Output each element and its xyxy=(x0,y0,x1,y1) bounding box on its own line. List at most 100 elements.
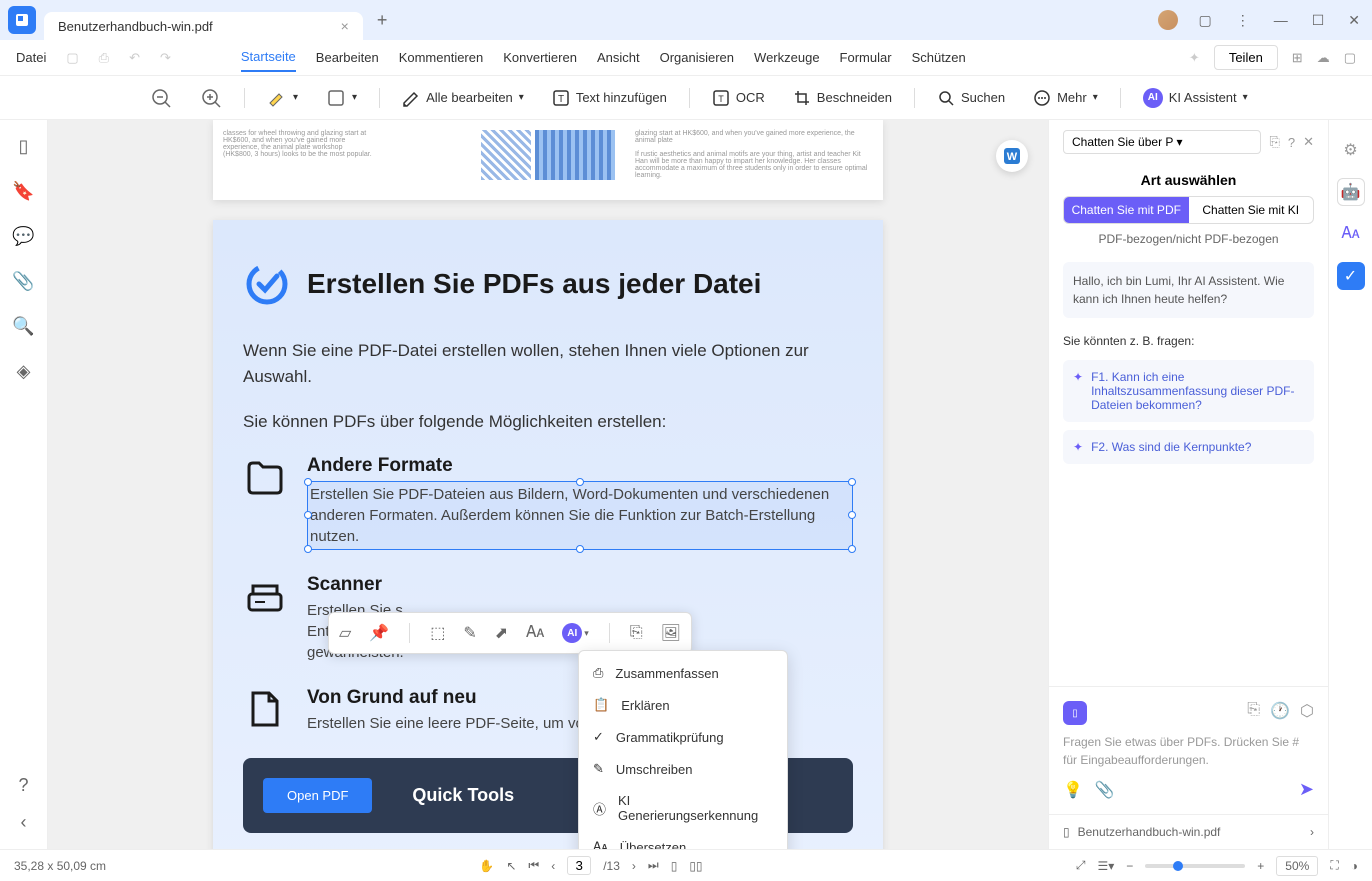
send-button[interactable]: ➤ xyxy=(1299,779,1314,800)
ai-input[interactable]: Fragen Sie etwas über PDFs. Drücken Sie … xyxy=(1063,733,1314,769)
next-page-icon[interactable]: › xyxy=(632,859,636,873)
suggestion-2[interactable]: ✦F2. Was sind die Kernpunkte? xyxy=(1063,430,1314,464)
two-page-icon[interactable]: ▯▯ xyxy=(689,859,702,873)
ai-translate[interactable]: 🗛Übersetzen xyxy=(579,831,787,849)
ai-assistant-button[interactable]: AIKI Assistent▾ xyxy=(1133,82,1258,114)
share-button[interactable]: Teilen xyxy=(1214,45,1278,70)
ai-explain[interactable]: 📋Erklären xyxy=(579,689,787,721)
ai-summarize[interactable]: ⎙Zusammenfassen xyxy=(579,657,787,689)
extract-icon[interactable]: ⬈ xyxy=(493,621,510,645)
edit-all-button[interactable]: Alle bearbeiten▾ xyxy=(392,83,534,113)
word-float-button[interactable]: W xyxy=(996,140,1028,172)
app-logo[interactable] xyxy=(8,6,36,34)
prev-page-icon[interactable]: ‹ xyxy=(551,859,555,873)
translate-rail-icon[interactable]: 🗛 xyxy=(1337,220,1365,248)
page-input[interactable] xyxy=(567,856,591,875)
select-tool-icon[interactable]: ↖ xyxy=(506,859,516,873)
tab-startseite[interactable]: Startseite xyxy=(241,43,296,72)
textbox-icon[interactable]: ⬚ xyxy=(428,621,447,645)
open-pdf-button[interactable]: Open PDF xyxy=(263,778,372,813)
crop-button[interactable]: Beschneiden xyxy=(783,83,902,113)
highlight-float-icon[interactable]: ▱ xyxy=(337,621,353,645)
help-icon[interactable]: ? xyxy=(18,775,28,796)
fit-icon[interactable]: ⤢ xyxy=(1076,858,1086,873)
tab-ansicht[interactable]: Ansicht xyxy=(597,44,640,71)
idea-icon[interactable]: 💡 xyxy=(1063,780,1083,800)
thumbnails-icon[interactable]: ▯ xyxy=(19,136,29,157)
tab-organisieren[interactable]: Organisieren xyxy=(660,44,734,71)
tab-bearbeiten[interactable]: Bearbeiten xyxy=(316,44,379,71)
single-page-icon[interactable]: ▯ xyxy=(671,859,678,873)
search-rail-icon[interactable]: 🔍 xyxy=(12,316,34,337)
collapse-icon[interactable]: ‹ xyxy=(20,812,26,833)
hand-tool-icon[interactable]: ✋ xyxy=(479,859,494,873)
search-button[interactable]: Suchen xyxy=(927,83,1015,113)
expand-icon[interactable]: ▢ xyxy=(1344,50,1356,66)
lightbulb-icon[interactable]: ✦ xyxy=(1189,50,1200,66)
ai-help-icon[interactable]: ? xyxy=(1288,135,1295,150)
first-page-icon[interactable]: ⏮ xyxy=(528,858,539,873)
cloud-icon[interactable]: ☁ xyxy=(1317,50,1330,66)
zoom-in-button[interactable] xyxy=(190,81,232,115)
tab-kommentieren[interactable]: Kommentieren xyxy=(399,44,484,71)
ai-rewrite[interactable]: ✎Umschreiben xyxy=(579,753,787,785)
print-icon[interactable]: ⎙ xyxy=(99,50,109,66)
ai-detect[interactable]: ⒶKI Generierungserkennung xyxy=(579,785,787,831)
fullscreen-icon[interactable]: ⛶ xyxy=(1330,858,1338,873)
suggestion-1[interactable]: ✦F1. Kann ich eine Inhaltszusammenfassun… xyxy=(1063,360,1314,422)
tab-schuetzen[interactable]: Schützen xyxy=(912,44,966,71)
ai-mode-selector[interactable]: Chatten Sie über P ▾ xyxy=(1063,130,1261,154)
zoom-out-button[interactable] xyxy=(140,81,182,115)
undo-icon[interactable]: ↶ xyxy=(129,50,140,66)
add-tab-button[interactable]: + xyxy=(377,10,388,31)
zoom-slider[interactable] xyxy=(1145,864,1245,868)
window-icon[interactable]: ▢ xyxy=(1194,8,1215,33)
edit-float-icon[interactable]: ✎ xyxy=(461,621,478,645)
zoom-in-icon[interactable]: + xyxy=(1257,859,1264,873)
check-rail-icon[interactable]: ✓ xyxy=(1337,262,1365,290)
image-icon[interactable]: 🖼 xyxy=(659,621,683,645)
bookmarks-icon[interactable]: 🔖 xyxy=(12,181,34,202)
close-tab-icon[interactable]: × xyxy=(341,18,349,34)
maximize-button[interactable]: ☐ xyxy=(1308,8,1329,33)
layers-icon[interactable]: ◈ xyxy=(17,361,31,382)
comments-icon[interactable]: 💬 xyxy=(12,226,34,247)
shape-tool[interactable]: ▾ xyxy=(316,82,367,114)
minimize-button[interactable]: — xyxy=(1270,8,1292,32)
close-button[interactable]: ✕ xyxy=(1344,8,1364,33)
ai-export-icon[interactable]: ⎘ xyxy=(1269,134,1279,150)
view-mode-icon[interactable]: ☰▾ xyxy=(1097,859,1114,873)
selected-text-block[interactable]: Erstellen Sie PDF-Dateien aus Bildern, W… xyxy=(307,481,853,550)
highlight-tool[interactable]: ▾ xyxy=(257,82,308,114)
more-button[interactable]: Mehr▾ xyxy=(1023,83,1108,113)
zoom-value[interactable]: 50% xyxy=(1276,856,1318,876)
ocr-button[interactable]: TOCR xyxy=(702,83,775,113)
user-avatar[interactable] xyxy=(1158,10,1178,30)
tab-formular[interactable]: Formular xyxy=(840,44,892,71)
zoom-out-icon[interactable]: − xyxy=(1126,859,1133,873)
ai-float-button[interactable]: AI▾ xyxy=(560,621,591,645)
ai-rail-icon[interactable]: 🤖 xyxy=(1337,178,1365,206)
settings-rail-icon[interactable]: ⚙ xyxy=(1337,136,1365,164)
attach-icon[interactable]: 📎 xyxy=(1095,780,1115,800)
copy-icon[interactable]: ⎘ xyxy=(628,622,645,644)
tab-konvertieren[interactable]: Konvertieren xyxy=(503,44,577,71)
last-page-icon[interactable]: ⏭ xyxy=(648,858,659,873)
attachments-icon[interactable]: 📎 xyxy=(12,271,34,292)
ai-file-ref[interactable]: ▯ Benutzerhandbuch-win.pdf › xyxy=(1049,814,1328,849)
ai-app-icon[interactable]: ▯ xyxy=(1063,701,1087,725)
translate-float-icon[interactable]: 🗛 xyxy=(524,622,546,644)
ai-grammar[interactable]: ✓Grammatikprüfung xyxy=(579,721,787,753)
ai-close-icon[interactable]: ✕ xyxy=(1303,134,1314,150)
document-tab[interactable]: Benutzerhandbuch-win.pdf × xyxy=(44,12,363,40)
pin-icon[interactable]: 📌 xyxy=(367,621,391,645)
share-icon[interactable]: ⊞ xyxy=(1292,50,1303,66)
save-icon[interactable]: ▢ xyxy=(66,50,78,66)
menu-icon[interactable]: ⋮ xyxy=(1232,8,1254,33)
add-text-button[interactable]: TText hinzufügen xyxy=(542,83,677,113)
reading-mode-icon[interactable]: ◑ xyxy=(1351,859,1358,873)
document-viewport[interactable]: classes for wheel throwing and glazing s… xyxy=(48,120,1048,849)
ai-history-icon[interactable]: 🕐 xyxy=(1270,701,1290,725)
ai-settings-icon[interactable]: ⬡ xyxy=(1300,701,1314,725)
redo-icon[interactable]: ↷ xyxy=(160,50,171,66)
